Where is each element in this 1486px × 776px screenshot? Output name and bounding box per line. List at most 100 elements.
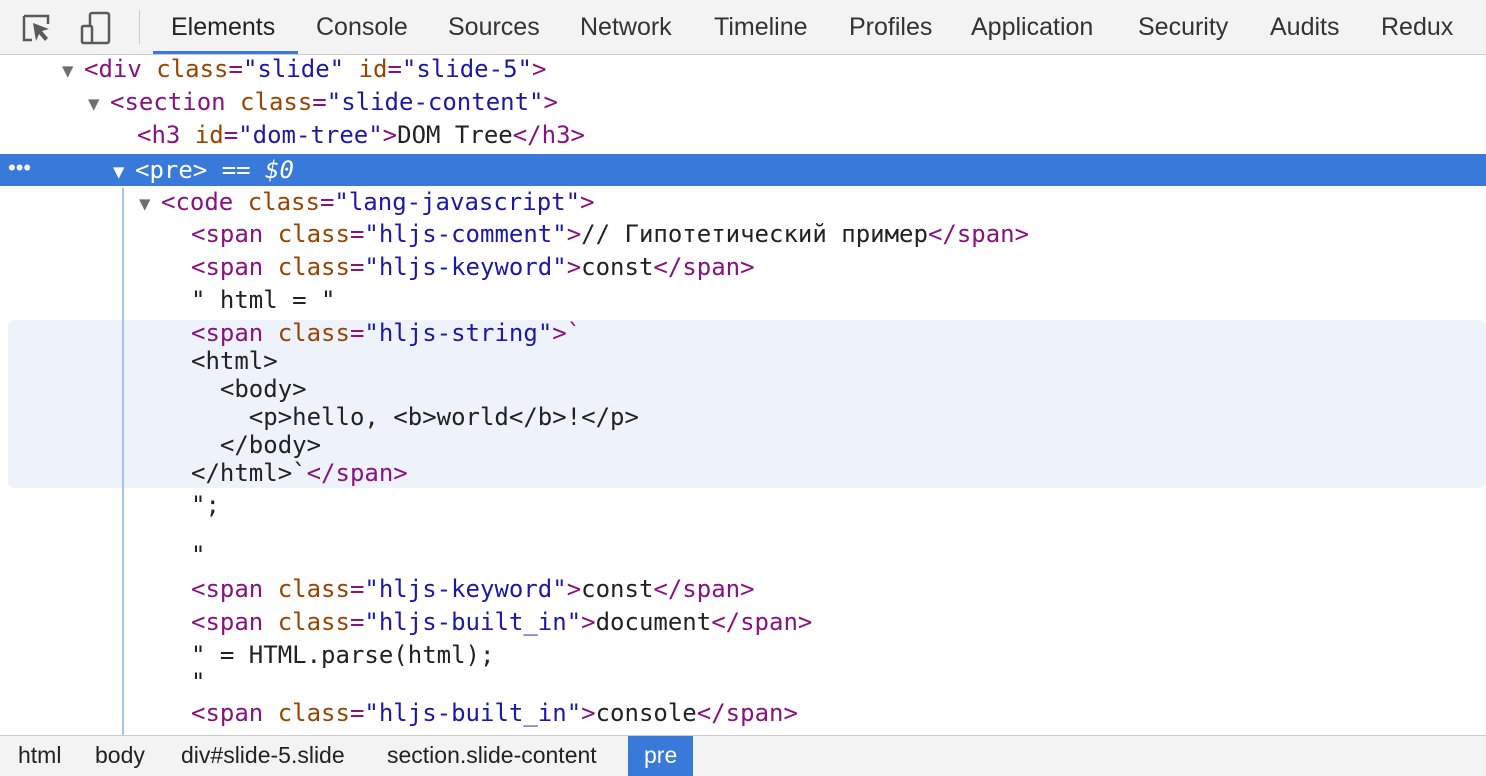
breadcrumb-section[interactable]: section.slide-content xyxy=(387,736,597,776)
tag-open: <pre> xyxy=(135,156,208,184)
tab-application[interactable]: Application xyxy=(971,0,1093,54)
breadcrumb-div[interactable]: div#slide-5.slide xyxy=(181,736,345,776)
tag-close: > xyxy=(543,88,558,116)
node-text: // Гипотетический пример xyxy=(581,220,928,248)
tag-open: <span xyxy=(191,253,264,281)
node-actions-ellipsis[interactable]: ••• xyxy=(8,154,31,182)
string-content-line: <p>hello, <b>world</b>!</p> xyxy=(191,403,639,431)
attr-value: dom-tree xyxy=(252,121,369,149)
tag-close: > xyxy=(382,121,398,149)
expand-triangle-icon[interactable]: ▼ xyxy=(62,55,84,87)
devtools-toolbar: Elements Console Sources Network Timelin… xyxy=(0,0,1486,55)
attr-value: slide-content xyxy=(341,88,530,116)
toolbar-separator xyxy=(139,10,140,44)
tree-text-node[interactable]: " xyxy=(191,539,205,571)
breadcrumb-body[interactable]: body xyxy=(95,736,145,776)
string-content-last-line: </html>`</span> xyxy=(191,459,408,487)
device-toolbar-icon[interactable] xyxy=(76,8,116,48)
breadcrumb-pre[interactable]: pre xyxy=(628,736,694,776)
tree-node-span-comment[interactable]: <span class="hljs-comment">// Гипотетиче… xyxy=(191,218,1029,250)
attr-value: slide xyxy=(257,55,330,83)
expand-triangle-icon[interactable]: ▼ xyxy=(139,188,161,220)
tree-node-h3[interactable]: <h3 id="dom-tree">DOM Tree</h3> xyxy=(137,119,585,151)
tag-close: > xyxy=(581,608,596,636)
attr-name: class xyxy=(277,575,350,603)
tag-close: > xyxy=(580,188,595,216)
tab-audits[interactable]: Audits xyxy=(1270,0,1339,54)
tag-open: <span xyxy=(191,575,264,603)
node-text: console xyxy=(595,699,697,727)
tag-open: <span xyxy=(191,608,264,636)
expand-triangle-icon[interactable]: ▼ xyxy=(113,156,135,188)
attr-value: hljs-comment xyxy=(378,220,553,248)
attr-name: class xyxy=(277,253,350,281)
attr-value: hljs-built_in xyxy=(378,699,567,727)
tag-open: <span xyxy=(191,319,264,347)
tag-end: </h3> xyxy=(512,121,585,149)
tab-sources[interactable]: Sources xyxy=(448,0,540,54)
string-content-line: <html> xyxy=(191,347,278,375)
tree-node-span-builtin[interactable]: <span class="hljs-built_in">document</sp… xyxy=(191,606,812,638)
tag-open: <code xyxy=(161,188,234,216)
tab-console[interactable]: Console xyxy=(316,0,408,54)
tree-node-span-builtin[interactable]: <span class="hljs-built_in">console</spa… xyxy=(191,697,798,729)
tag-close: > xyxy=(566,253,582,281)
attr-value: hljs-built_in xyxy=(378,608,567,636)
tag-open: <span xyxy=(191,699,264,727)
tag-end: </span> xyxy=(711,608,813,636)
tree-text-node[interactable]: " html = " xyxy=(191,284,336,316)
dom-tree-panel: ••• ▼ <div class="slide" id="slide-5"> ▼ <… xyxy=(0,55,1486,735)
tab-profiles[interactable]: Profiles xyxy=(849,0,932,54)
attr-name: class xyxy=(277,699,350,727)
active-tab-indicator xyxy=(153,51,298,54)
attr-value: hljs-string xyxy=(378,319,538,347)
tree-node-code[interactable]: ▼ <code class="lang-javascript"> xyxy=(139,186,595,218)
tree-node-span-string[interactable]: <span class="hljs-string">` xyxy=(191,317,581,349)
tree-node-span-keyword[interactable]: <span class="hljs-keyword">const</span> xyxy=(191,573,755,605)
attr-name: class xyxy=(277,319,350,347)
breadcrumb: html body div#slide-5.slide section.slid… xyxy=(0,735,1486,776)
tab-network[interactable]: Network xyxy=(580,0,672,54)
tree-node-span-keyword[interactable]: <span class="hljs-keyword">const</span> xyxy=(191,251,755,283)
tag-end: </span> xyxy=(696,699,798,727)
tag-end: </span> xyxy=(927,220,1030,248)
node-text: document xyxy=(595,608,712,636)
tree-text-node[interactable]: "; xyxy=(191,489,220,521)
tree-node-pre-selected[interactable]: ▼ <pre> == $0 xyxy=(113,154,294,186)
tree-text-node[interactable]: " xyxy=(191,666,205,698)
tab-security[interactable]: Security xyxy=(1138,0,1228,54)
tag-open: <h3 xyxy=(137,121,181,149)
expand-triangle-icon[interactable]: ▼ xyxy=(88,88,110,120)
tag-end: </span> xyxy=(653,253,755,281)
tab-elements[interactable]: Elements xyxy=(171,0,275,54)
tab-timeline[interactable]: Timeline xyxy=(714,0,808,54)
node-text: const xyxy=(581,253,654,281)
tag-close: > xyxy=(566,575,582,603)
tag-open: <span xyxy=(191,220,264,248)
attr-name: class xyxy=(277,608,350,636)
attr-name: class xyxy=(240,88,313,116)
breadcrumb-html[interactable]: html xyxy=(18,736,61,776)
tag-close: > xyxy=(531,55,547,83)
tab-redux[interactable]: Redux xyxy=(1381,0,1453,54)
attr-name: id xyxy=(194,121,224,149)
tag-open: <div xyxy=(84,55,142,83)
attr-value: hljs-keyword xyxy=(378,253,553,281)
attr-name: class xyxy=(277,220,350,248)
attr-name: class xyxy=(247,188,320,216)
tag-close: > xyxy=(566,220,582,248)
tree-text-node[interactable]: " = HTML.parse(html); xyxy=(191,639,494,671)
attr-value: hljs-keyword xyxy=(378,575,553,603)
tree-guide-line xyxy=(122,188,124,735)
tree-node-section[interactable]: ▼ <section class="slide-content"> xyxy=(88,86,558,118)
tag-end: </span> xyxy=(306,459,408,487)
tag-open: <section xyxy=(110,88,226,116)
inspect-element-icon[interactable] xyxy=(18,8,58,48)
attr-name: class xyxy=(156,55,229,83)
tree-node-div[interactable]: ▼ <div class="slide" id="slide-5"> xyxy=(62,55,546,85)
node-text: const xyxy=(581,575,654,603)
string-content-line: <body> xyxy=(191,375,307,403)
attr-name: id xyxy=(358,55,388,83)
string-content-line: </body> xyxy=(191,431,322,459)
node-text: DOM Tree xyxy=(397,121,513,149)
